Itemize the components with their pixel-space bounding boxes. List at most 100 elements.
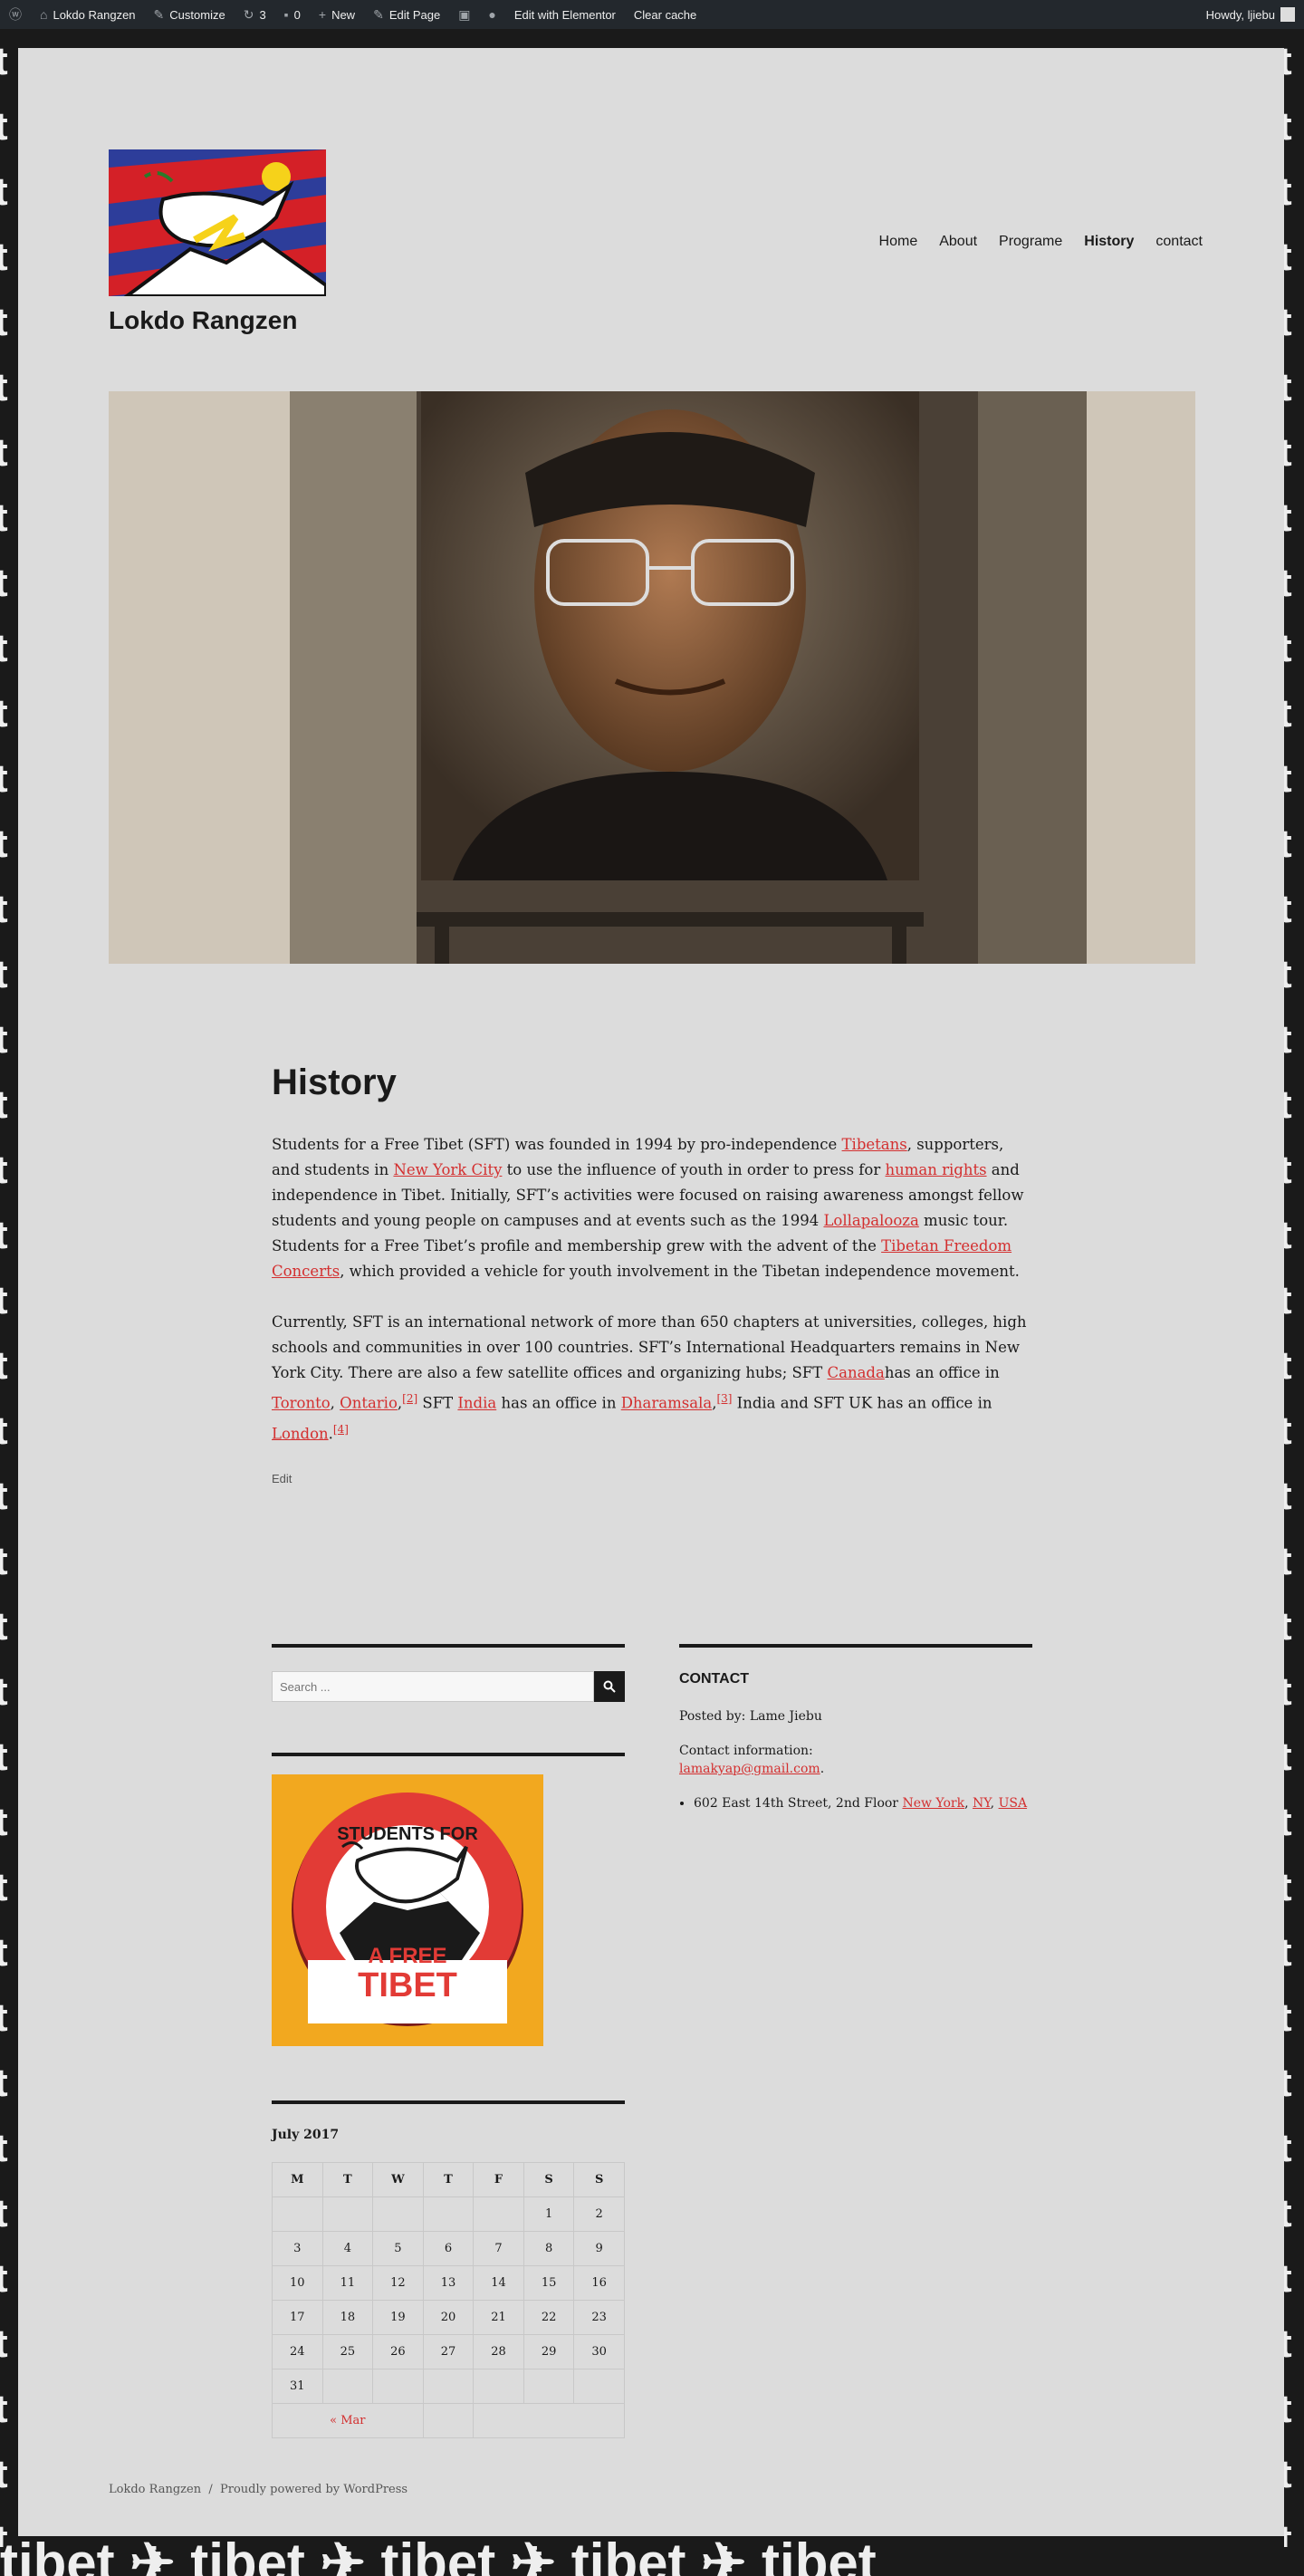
link-usa[interactable]: USA: [999, 1796, 1028, 1811]
new-content-button[interactable]: + New: [310, 0, 364, 29]
calendar-day: 4: [321, 2231, 374, 2266]
comments-button[interactable]: ▪ 0: [275, 0, 310, 29]
search-form: [272, 1671, 625, 1702]
contact-email-link[interactable]: lamakyap@gmail.com: [679, 1762, 820, 1776]
calendar-day: 28: [473, 2334, 524, 2369]
nav-item-history[interactable]: History: [1084, 234, 1134, 250]
calendar-day: 22: [523, 2300, 575, 2335]
site-name-button[interactable]: ⌂ Lokdo Rangzen: [31, 0, 145, 29]
search-button[interactable]: [594, 1671, 625, 1702]
clear-cache-label: Clear cache: [633, 7, 697, 22]
entry-content: History Students for a Free Tibet (SFT) …: [272, 1062, 1032, 1485]
pattern-letter: t: [1284, 1995, 1292, 2040]
link-new-york-city[interactable]: New York City: [393, 1161, 502, 1178]
calendar-day: 8: [523, 2231, 575, 2266]
calendar-day-header: W: [372, 2162, 424, 2197]
link-new-york[interactable]: New York: [902, 1796, 964, 1811]
footer-site-link[interactable]: Lokdo Rangzen: [109, 2483, 201, 2496]
link-toronto[interactable]: Toronto: [272, 1395, 331, 1412]
site-footer: Lokdo Rangzen / Proudly powered by WordP…: [109, 2483, 408, 2496]
clear-cache-button[interactable]: Clear cache: [625, 0, 705, 29]
page-container: Lokdo Rangzen Home About Programe Histor…: [18, 48, 1284, 2536]
brush-icon: ✎: [153, 6, 165, 22]
edit-page-button[interactable]: ✎ Edit Page: [364, 0, 449, 29]
wordpress-logo-button[interactable]: ⓦ: [0, 0, 31, 29]
link-india[interactable]: India: [457, 1395, 496, 1412]
pattern-letter: t: [1284, 1148, 1292, 1192]
calendar-day-header: T: [422, 2162, 475, 2197]
calendar-day: 20: [422, 2300, 475, 2335]
pattern-letter: t: [0, 952, 8, 996]
badge-text-line2: A FREE: [368, 1944, 446, 1968]
pattern-letter: t: [1284, 1408, 1292, 1453]
calendar-day: 6: [422, 2231, 475, 2266]
pattern-letter: t: [0, 1343, 8, 1388]
pattern-letter: t: [1284, 1669, 1292, 1714]
address-text: 602 East 14th Street, 2nd Floor: [694, 1796, 903, 1811]
calendar-table: MTWTFSS 1 2 3 4 5 6 7 8 9 10 11 12 13 14 15 16 17 18 19 20 2…: [272, 2162, 625, 2438]
seo-status-indicator[interactable]: ●: [479, 0, 504, 29]
pattern-letter: t: [0, 1082, 8, 1127]
yoast-seo-button[interactable]: ▣: [449, 0, 479, 29]
pattern-letter: t: [1284, 1213, 1292, 1257]
footnote-link-3[interactable]: [3]: [716, 1392, 732, 1405]
updates-button[interactable]: ↻ 3: [235, 0, 275, 29]
calendar-day: [573, 2369, 625, 2404]
calendar-day: 27: [422, 2334, 475, 2369]
link-lollapalooza[interactable]: Lollapalooza: [823, 1212, 918, 1229]
pattern-letter: t: [0, 2452, 8, 2496]
link-tibetans[interactable]: Tibetans: [842, 1136, 907, 1153]
link-dharamsala[interactable]: Dharamsala: [621, 1395, 712, 1412]
footer-powered-link[interactable]: Proudly powered by WordPress: [220, 2483, 408, 2496]
edit-with-elementor-button[interactable]: Edit with Elementor: [505, 0, 625, 29]
pattern-letter: t: [0, 39, 8, 83]
divider: [679, 1644, 1032, 1648]
edit-link[interactable]: Edit: [272, 1472, 1032, 1485]
pattern-letter: t: [0, 1995, 8, 2040]
background-pattern-bottom: tibet ✈ tibet ✈ tibet ✈ tibet ✈ tibet: [0, 2536, 877, 2576]
pattern-letter: t: [1284, 1735, 1292, 1779]
pattern-letter: t: [1284, 756, 1292, 801]
calendar-day: [372, 2196, 424, 2232]
calendar-day: 10: [272, 2265, 323, 2301]
pattern-letter: t: [1284, 1017, 1292, 1062]
link-ny[interactable]: NY: [973, 1796, 991, 1811]
footnote-4: [4]: [333, 1422, 349, 1437]
calendar-week-row: 3456789: [272, 2231, 625, 2266]
contact-info-label: Contact information:: [679, 1744, 813, 1758]
nav-item-about[interactable]: About: [939, 234, 977, 250]
site-logo[interactable]: [109, 149, 326, 296]
pattern-letter: t: [1284, 300, 1292, 344]
calendar-day: [473, 2369, 524, 2404]
calendar-next-link: [473, 2403, 625, 2438]
site-title[interactable]: Lokdo Rangzen: [109, 306, 297, 335]
pattern-letter: t: [0, 2321, 8, 2366]
nav-item-programe[interactable]: Programe: [999, 234, 1062, 250]
pattern-letter: t: [0, 2191, 8, 2235]
link-canada[interactable]: Canada: [828, 1364, 885, 1381]
calendar-day: [473, 2196, 524, 2232]
text: SFT: [417, 1394, 458, 1412]
widget-column-right: CONTACT Posted by: Lame Jiebu Contact in…: [679, 1644, 1032, 1812]
link-ontario[interactable]: Ontario: [340, 1395, 398, 1412]
link-london[interactable]: London: [272, 1425, 329, 1442]
footnote-link-4[interactable]: [4]: [333, 1423, 349, 1436]
pattern-letter: t: [0, 691, 8, 735]
pattern-letter: t: [1284, 169, 1292, 214]
calendar-day: 19: [372, 2300, 424, 2335]
footnote-link-2[interactable]: [2]: [402, 1392, 417, 1405]
nav-item-contact[interactable]: contact: [1155, 234, 1203, 250]
link-human-rights[interactable]: human rights: [886, 1161, 987, 1178]
nav-item-home[interactable]: Home: [879, 234, 918, 250]
pattern-letter: t: [0, 1800, 8, 1844]
customize-button[interactable]: ✎ Customize: [145, 0, 235, 29]
calendar-prev-link[interactable]: « Mar: [272, 2403, 424, 2438]
updates-icon: ↻: [243, 6, 254, 22]
account-menu[interactable]: Howdy, ljiebu: [1197, 0, 1304, 29]
search-input[interactable]: [272, 1671, 594, 1702]
pattern-letter: t: [1284, 365, 1292, 409]
pattern-letter: t: [0, 495, 8, 540]
avatar: [1280, 7, 1295, 22]
calendar-day: [272, 2196, 323, 2232]
calendar-week-row: 12: [272, 2196, 625, 2232]
